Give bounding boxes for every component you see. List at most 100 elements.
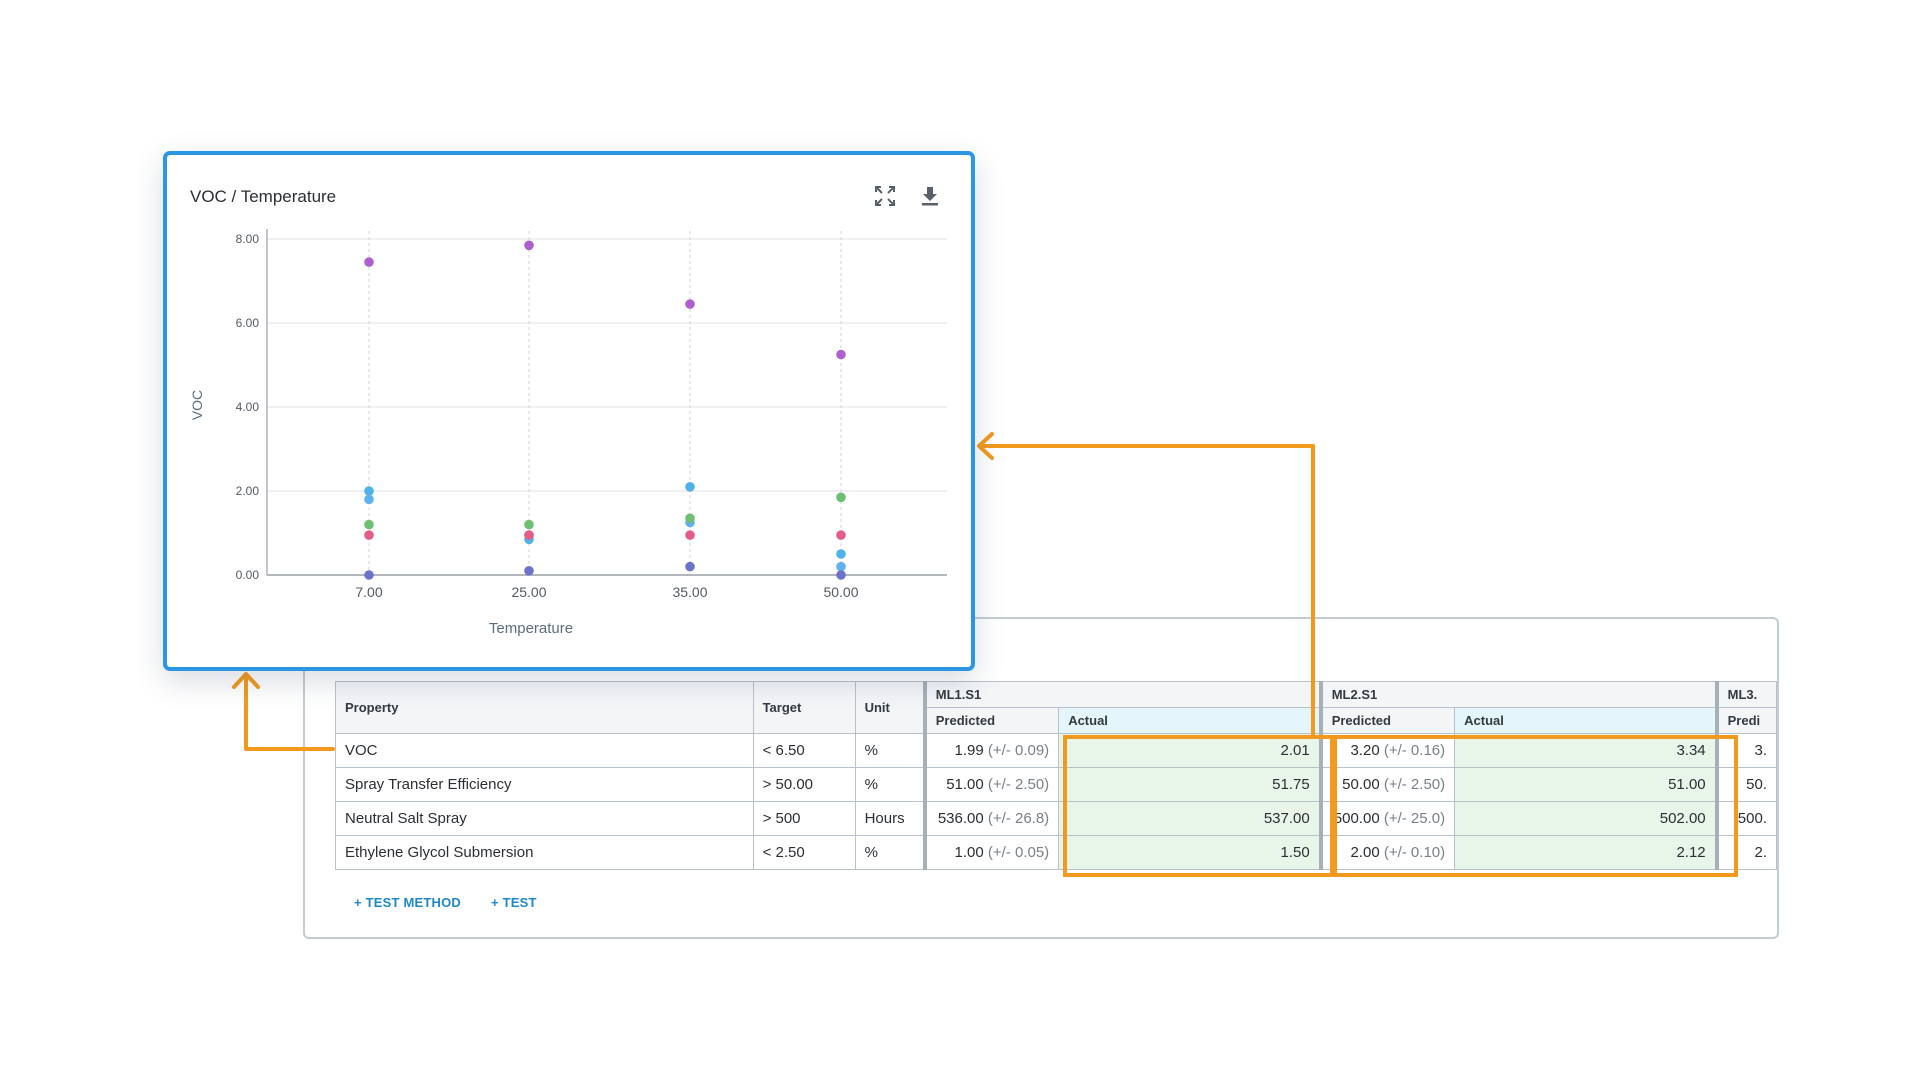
cell-target: > 50.00: [752, 767, 856, 802]
cell-unit: %: [854, 767, 926, 802]
cell-target: < 2.50: [752, 835, 856, 870]
table-row[interactable]: Neutral Salt Spray > 500 Hours 536.00 (+…: [335, 801, 1777, 836]
header-group-ml1[interactable]: ML1.S1: [922, 681, 1322, 708]
cell-property: Ethylene Glycol Submersion: [335, 835, 754, 870]
data-point: [364, 486, 374, 496]
data-point: [685, 513, 695, 524]
data-point: [685, 299, 695, 309]
y-tick-label: 8.00: [236, 232, 260, 246]
header-target[interactable]: Target: [752, 681, 856, 734]
data-point: [836, 349, 846, 360]
arrow-from-row-head: [232, 672, 260, 689]
x-tick-label: 50.00: [823, 584, 858, 600]
x-tick-label: 7.00: [355, 584, 382, 600]
cell-property: Neutral Salt Spray: [335, 801, 754, 836]
cell-ml1-actual[interactable]: 51.75: [1058, 767, 1322, 802]
predicted-value: 2.00: [1350, 844, 1380, 861]
cell-ml2-actual[interactable]: 3.34: [1454, 733, 1718, 768]
chart-card: VOC / Temperature 0.00 2.00 4.00 6.00 8.00 7.…: [163, 151, 975, 671]
predicted-error: (+/- 0.16): [1383, 742, 1446, 759]
results-table: Property Target Unit ML1.S1 ML2.S1 ML3. …: [335, 681, 1777, 870]
x-tick-label: 25.00: [511, 584, 546, 600]
data-point: [836, 570, 846, 580]
data-point: [685, 530, 695, 540]
x-tick-label: 35.00: [672, 584, 707, 600]
data-point: [836, 549, 846, 559]
y-tick-label: 0.00: [236, 568, 260, 582]
data-point: [685, 482, 695, 492]
cell-property: VOC: [335, 733, 754, 768]
predicted-error: (+/- 0.05): [987, 844, 1050, 861]
predicted-value: 50.00: [1342, 776, 1380, 793]
cell-target: < 6.50: [752, 733, 856, 768]
cell-ml2-predicted: 2.00 (+/- 0.10): [1318, 835, 1456, 870]
y-axis-label: VOC: [189, 390, 205, 420]
header-unit[interactable]: Unit: [854, 681, 926, 734]
data-point: [524, 240, 534, 251]
header-property[interactable]: Property: [335, 681, 754, 734]
table-row[interactable]: Ethylene Glycol Submersion < 2.50 % 1.00…: [335, 835, 1777, 870]
data-point: [524, 530, 534, 540]
cell-ml3-predicted: 2.: [1714, 835, 1777, 870]
data-point: [364, 530, 374, 540]
header-ml1-predicted: Predicted: [922, 707, 1060, 734]
cell-ml1-predicted: 1.99 (+/- 0.09): [922, 733, 1060, 768]
header-group-ml2[interactable]: ML2.S1: [1318, 681, 1718, 708]
x-axis-label: Temperature: [489, 620, 573, 637]
header-ml3-predicted: Predi: [1714, 707, 1777, 734]
table-row[interactable]: VOC < 6.50 % 1.99 (+/- 0.09) 2.01 3.20 (…: [335, 733, 1777, 768]
arrow-to-chart-head: [977, 432, 994, 460]
cell-unit: %: [854, 733, 926, 768]
cell-ml3-predicted: 3.: [1714, 733, 1777, 768]
data-point: [836, 561, 846, 572]
header-ml1-actual: Actual: [1058, 707, 1322, 734]
predicted-value: 1.99: [954, 742, 984, 759]
cell-ml2-predicted: 50.00 (+/- 2.50): [1318, 767, 1456, 802]
y-tick-label: 6.00: [236, 316, 260, 330]
data-point: [364, 519, 374, 530]
cell-ml2-actual[interactable]: 51.00: [1454, 767, 1718, 802]
predicted-value: 500.00: [1333, 810, 1380, 827]
cell-target: > 500: [752, 801, 856, 836]
cell-ml1-predicted: 51.00 (+/- 2.50): [922, 767, 1060, 802]
cell-ml1-actual[interactable]: 1.50: [1058, 835, 1322, 870]
cell-unit: Hours: [854, 801, 926, 836]
predicted-error: (+/- 2.50): [1383, 776, 1446, 793]
predicted-value: 3.20: [1350, 742, 1380, 759]
header-ml2-actual: Actual: [1454, 707, 1718, 734]
cell-unit: %: [854, 835, 926, 870]
cell-ml3-predicted: 500.: [1714, 801, 1777, 836]
cell-ml1-predicted: 1.00 (+/- 0.05): [922, 835, 1060, 870]
scatter-chart: 0.002.004.006.008.007.00 25.00 35.00 50.00 …: [189, 229, 947, 637]
add-test-method-button[interactable]: + TEST METHOD: [354, 895, 461, 910]
data-point: [524, 566, 534, 576]
data-point: [836, 530, 846, 540]
cell-ml3-predicted: 50.: [1714, 767, 1777, 802]
cell-ml2-predicted: 3.20 (+/- 0.16): [1318, 733, 1456, 768]
y-tick-label: 2.00: [236, 484, 260, 498]
data-point: [364, 570, 374, 580]
predicted-value: 1.00: [954, 844, 984, 861]
header-group-ml3[interactable]: ML3.: [1714, 681, 1777, 708]
cell-ml1-predicted: 536.00 (+/- 26.8): [922, 801, 1060, 836]
predicted-error: (+/- 26.8): [987, 810, 1050, 827]
data-point: [364, 257, 374, 267]
predicted-error: (+/- 0.09): [987, 742, 1050, 759]
data-point: [685, 561, 695, 572]
cell-ml2-actual[interactable]: 502.00: [1454, 801, 1718, 836]
predicted-error: (+/- 0.10): [1383, 844, 1446, 861]
cell-ml1-actual[interactable]: 537.00: [1058, 801, 1322, 836]
data-point: [524, 519, 534, 530]
predicted-error: (+/- 2.50): [987, 776, 1050, 793]
add-test-button[interactable]: + TEST: [491, 895, 537, 910]
cell-ml2-predicted: 500.00 (+/- 25.0): [1318, 801, 1456, 836]
predicted-error: (+/- 25.0): [1383, 810, 1446, 827]
cell-property: Spray Transfer Efficiency: [335, 767, 754, 802]
table-row[interactable]: Spray Transfer Efficiency > 50.00 % 51.0…: [335, 767, 1777, 802]
cell-ml1-actual[interactable]: 2.01: [1058, 733, 1322, 768]
data-point: [364, 494, 374, 505]
y-tick-label: 4.00: [236, 400, 260, 414]
data-point: [836, 492, 846, 503]
header-ml2-predicted: Predicted: [1318, 707, 1456, 734]
cell-ml2-actual[interactable]: 2.12: [1454, 835, 1718, 870]
